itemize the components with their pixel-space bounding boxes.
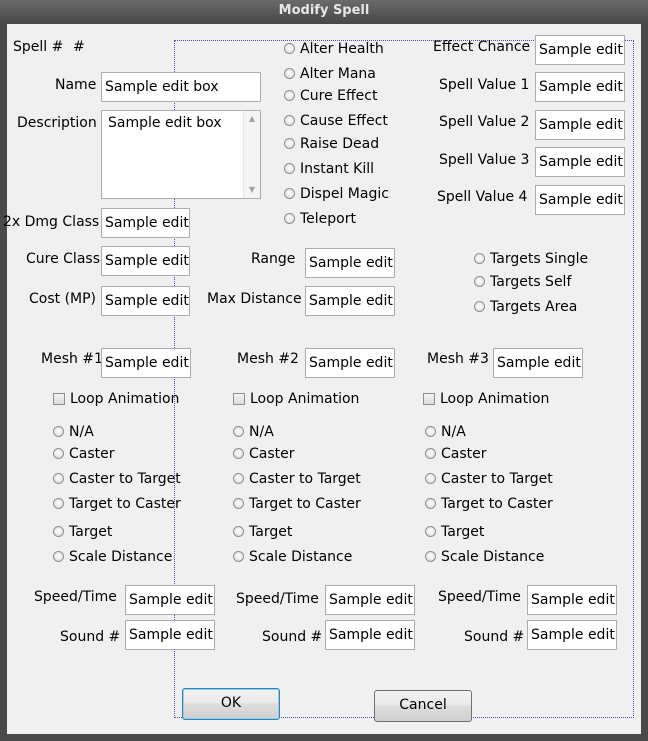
checkbox-icon [423,393,435,405]
spell-value-3-field[interactable]: Sample edit [535,147,625,177]
spell-value-1-field[interactable]: Sample edit [535,72,625,102]
radio-circle-icon [284,43,295,54]
cure-class-field[interactable]: Sample edit [101,246,190,276]
spell-value-4-label: Spell Value 4 [437,189,528,205]
mesh-3-sound-label: Sound # [464,629,525,645]
radio-circle-icon [233,473,244,484]
radio-circle-icon [233,526,244,537]
dmg-class-label: 2x Dmg Class [3,214,100,230]
radio-circle-icon [53,526,64,537]
radio-circle-icon [474,301,485,312]
mesh-3-label: Mesh #3 [427,351,489,367]
cure-class-label: Cure Class [26,251,100,267]
radio-circle-icon [425,526,436,537]
radio-circle-icon [53,473,64,484]
mesh-2-sound-label: Sound # [262,629,323,645]
mesh-1-label: Mesh #1 [41,351,103,367]
description-text: Sample edit box [108,115,222,131]
radio-circle-icon [474,253,485,264]
mesh-3-sound-field[interactable]: Sample edit [527,620,617,650]
description-scrollbar[interactable]: ▲ ▼ [243,111,260,198]
radio-circle-icon [425,498,436,509]
name-field[interactable]: Sample edit box [101,72,261,102]
modify-spell-window: Modify Spell Spell # # Name Sample edit … [0,0,648,741]
radio-circle-icon [53,448,64,459]
spell-value-2-label: Spell Value 2 [439,114,530,130]
mesh-1-speed-label: Speed/Time [34,589,117,605]
radio-circle-icon [284,138,295,149]
radio-circle-icon [233,426,244,437]
mesh-1-sound-label: Sound # [60,629,121,645]
name-label: Name [55,77,97,93]
mesh-2-speed-field[interactable]: Sample edit [325,585,415,615]
radio-circle-icon [53,426,64,437]
mesh-3-speed-field[interactable]: Sample edit [527,585,617,615]
radio-circle-icon [284,188,295,199]
mesh-3-speed-label: Speed/Time [438,589,521,605]
effect-chance-field[interactable]: Sample edit [535,35,625,65]
range-field[interactable]: Sample edit [305,248,395,278]
radio-circle-icon [53,551,64,562]
radio-circle-icon [474,276,485,287]
spell-number-label: Spell # [13,39,64,55]
scroll-up-icon[interactable]: ▲ [244,111,260,127]
mesh-1-sound-field[interactable]: Sample edit [125,620,215,650]
scroll-down-icon[interactable]: ▼ [244,182,260,198]
radio-circle-icon [284,90,295,101]
mesh-3-field[interactable]: Sample edit [493,348,583,378]
radio-circle-icon [425,426,436,437]
description-label: Description [17,115,97,131]
dmg-class-field[interactable]: Sample edit [101,208,190,238]
cancel-button[interactable]: Cancel [374,690,472,722]
radio-circle-icon [284,163,295,174]
mesh-2-field[interactable]: Sample edit [305,348,395,378]
radio-circle-icon [284,115,295,126]
radio-circle-icon [233,551,244,562]
title-bar[interactable]: Modify Spell [0,0,648,24]
radio-circle-icon [233,448,244,459]
cost-field[interactable]: Sample edit [101,286,190,316]
mesh-1-field[interactable]: Sample edit [101,348,191,378]
spell-value-2-field[interactable]: Sample edit [535,110,625,140]
spell-value-4-field[interactable]: Sample edit [535,185,625,215]
radio-circle-icon [284,68,295,79]
cost-label: Cost (MP) [29,291,97,307]
checkbox-icon [53,393,65,405]
description-field[interactable]: Sample edit box ▲ ▼ [101,110,261,199]
ok-button[interactable]: OK [182,688,280,720]
radio-circle-icon [425,551,436,562]
checkbox-icon [233,393,245,405]
spell-number-value: # [73,39,85,55]
range-label: Range [251,251,296,267]
dialog-client-area: Spell # # Name Sample edit box Descripti… [3,24,641,734]
spell-value-3-label: Spell Value 3 [439,152,530,168]
radio-circle-icon [284,213,295,224]
window-title: Modify Spell [278,3,370,18]
radio-circle-icon [53,498,64,509]
max-distance-label: Max Distance [207,291,302,307]
radio-circle-icon [425,448,436,459]
spell-value-1-label: Spell Value 1 [439,77,530,93]
radio-circle-icon [233,498,244,509]
max-distance-field[interactable]: Sample edit [305,286,395,316]
radio-circle-icon [425,473,436,484]
effect-chance-label: Effect Chance [433,39,531,55]
mesh-2-speed-label: Speed/Time [236,591,319,607]
mesh-2-label: Mesh #2 [237,351,299,367]
mesh-1-speed-field[interactable]: Sample edit [125,585,215,615]
mesh-2-sound-field[interactable]: Sample edit [325,620,415,650]
